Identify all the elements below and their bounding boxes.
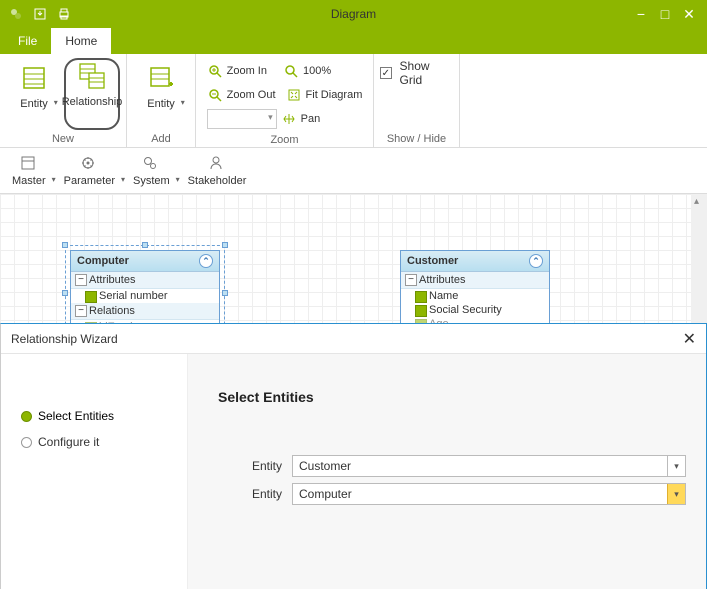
maximize-button[interactable]: □ xyxy=(655,4,675,24)
ribbon-tabs: File Home xyxy=(0,28,707,54)
wizard-heading: Select Entities xyxy=(218,389,686,405)
new-entity-label: Entity xyxy=(20,98,48,110)
zoom-out-button[interactable]: Zoom Out xyxy=(227,89,276,101)
master-icon xyxy=(20,155,38,173)
tab-home[interactable]: Home xyxy=(51,28,111,54)
ribbon-group-add: Entity Add xyxy=(127,54,196,147)
window-title: Diagram xyxy=(331,7,376,21)
collapse-icon[interactable]: ⌃ xyxy=(199,254,213,268)
zoom-level-input[interactable] xyxy=(207,109,277,129)
attribute-item[interactable]: Serial number xyxy=(71,289,219,303)
add-entity-label: Entity xyxy=(147,98,175,110)
attributes-section[interactable]: Attributes xyxy=(401,272,549,289)
entity-title: Computer xyxy=(77,255,129,267)
relationship-wizard: Relationship Wizard ✕ Select Entities Co… xyxy=(0,323,707,589)
step-select-entities[interactable]: Select Entities xyxy=(21,409,177,423)
stakeholder-button[interactable]: Stakeholder xyxy=(180,153,255,189)
add-entity-button[interactable]: Entity xyxy=(133,58,189,130)
ribbon: Entity Relationship New Entity Add xyxy=(0,54,707,148)
secondary-toolbar: Master Parameter System Stakeholder xyxy=(0,148,707,194)
tab-file[interactable]: File xyxy=(4,28,51,54)
ribbon-group-zoom: Zoom In 100% Zoom Out Fit Diagram Pan Zo… xyxy=(196,54,374,147)
collapse-icon[interactable]: ⌃ xyxy=(529,254,543,268)
show-grid-label: Show Grid xyxy=(400,59,453,87)
show-grid-checkbox[interactable]: ✓ Show Grid xyxy=(380,62,453,84)
percent-100-button[interactable]: 100% xyxy=(303,65,331,77)
zoom-in-icon xyxy=(207,63,223,79)
fit-diagram-button[interactable]: Fit Diagram xyxy=(306,89,363,101)
pan-icon xyxy=(281,111,297,127)
master-button[interactable]: Master xyxy=(4,153,54,189)
new-relationship-label: Relationship xyxy=(62,96,123,108)
parameter-icon xyxy=(80,155,98,173)
group-label-new: New xyxy=(52,133,74,145)
group-label-show-hide: Show / Hide xyxy=(387,133,446,145)
checkbox-icon: ✓ xyxy=(380,67,392,79)
titlebar: Diagram − □ ✕ xyxy=(0,0,707,28)
ribbon-group-new: Entity Relationship New xyxy=(0,54,127,147)
entity-title: Customer xyxy=(407,255,458,267)
wizard-close-button[interactable]: ✕ xyxy=(683,329,696,349)
step-dot-icon xyxy=(21,437,32,448)
wizard-title: Relationship Wizard xyxy=(11,332,118,346)
step-dot-icon xyxy=(21,411,32,422)
attribute-item[interactable]: Social Security xyxy=(401,303,549,317)
system-button[interactable]: System xyxy=(125,153,178,189)
entity-label-2: Entity xyxy=(218,487,282,501)
wizard-content: Select Entities Entity Customer ▾ Entity… xyxy=(187,354,706,589)
entity-label-1: Entity xyxy=(218,459,282,473)
wizard-header: Relationship Wizard ✕ xyxy=(1,324,706,354)
entity-select-2[interactable]: Computer ▾ xyxy=(292,483,686,505)
chevron-down-icon: ▾ xyxy=(667,456,685,476)
fit-diagram-icon xyxy=(286,87,302,103)
entity-select-1[interactable]: Customer ▾ xyxy=(292,455,686,477)
stakeholder-icon xyxy=(208,155,226,173)
parameter-button[interactable]: Parameter xyxy=(56,153,123,189)
relations-section[interactable]: Relations xyxy=(71,303,219,320)
entity-customer[interactable]: Customer ⌃ Attributes Name Social Securit… xyxy=(400,250,550,332)
attribute-item[interactable]: Name xyxy=(401,289,549,303)
close-button[interactable]: ✕ xyxy=(679,4,699,24)
attributes-section[interactable]: Attributes xyxy=(71,272,219,289)
percent-100-icon xyxy=(283,63,299,79)
minimize-button[interactable]: − xyxy=(631,4,651,24)
new-relationship-button[interactable]: Relationship xyxy=(64,58,120,130)
new-entity-button[interactable]: Entity xyxy=(6,58,62,130)
system-icon xyxy=(142,155,160,173)
app-icon[interactable] xyxy=(6,4,26,24)
print-icon[interactable] xyxy=(54,4,74,24)
zoom-in-button[interactable]: Zoom In xyxy=(227,65,267,77)
zoom-out-icon xyxy=(207,87,223,103)
chevron-down-icon: ▾ xyxy=(667,484,685,504)
wizard-nav: Select Entities Configure it xyxy=(1,354,187,589)
group-label-add: Add xyxy=(151,133,171,145)
step-configure[interactable]: Configure it xyxy=(21,435,177,449)
group-label-zoom: Zoom xyxy=(270,134,298,146)
save-icon[interactable] xyxy=(30,4,50,24)
entity-icon xyxy=(18,62,50,94)
relationship-icon xyxy=(76,60,108,92)
ribbon-group-show-hide: ✓ Show Grid Show / Hide xyxy=(374,54,460,147)
add-entity-icon xyxy=(145,62,177,94)
pan-button[interactable]: Pan xyxy=(301,113,321,125)
